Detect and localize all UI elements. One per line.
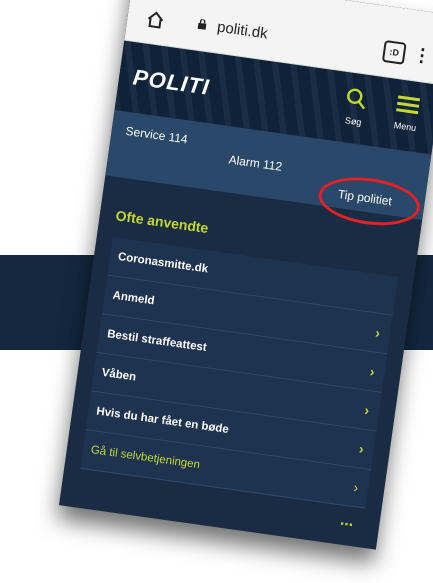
chevron-right-icon: › bbox=[374, 324, 382, 342]
politi-logo[interactable]: POLITI bbox=[131, 64, 212, 100]
search-button[interactable]: Søg bbox=[333, 85, 378, 129]
alarm-112-link[interactable]: Alarm 112 bbox=[228, 152, 283, 173]
tip-politiet-link[interactable]: Tip politiet bbox=[337, 187, 393, 208]
menu-label: Menu bbox=[393, 120, 417, 134]
main-content: Ofte anvendte Coronasmitte.dk Anmeld › B… bbox=[61, 175, 422, 534]
list-item-label: Hvis du har fået en bøde bbox=[95, 405, 230, 436]
service-114-link[interactable]: Service 114 bbox=[125, 124, 189, 147]
list-item-label: Anmeld bbox=[111, 289, 156, 308]
search-label: Søg bbox=[344, 115, 363, 128]
hamburger-icon bbox=[396, 95, 421, 115]
url-text: politi.dk bbox=[216, 18, 269, 43]
quick-links-list: Coronasmitte.dk Anmeld › Bestil straffea… bbox=[80, 236, 399, 509]
chevron-right-icon: › bbox=[352, 479, 360, 496]
tabs-icon[interactable]: :D bbox=[381, 39, 407, 65]
list-item-label: Coronasmitte.dk bbox=[117, 250, 209, 276]
list-item-label: Våben bbox=[100, 366, 137, 384]
phone-screen: politi.dk :D ⋮ POLITI Søg Menu Service 1… bbox=[58, 0, 433, 550]
list-item-label: Bestil straffeattest bbox=[106, 328, 208, 355]
lock-icon bbox=[197, 18, 207, 30]
home-icon[interactable] bbox=[144, 9, 167, 32]
menu-button[interactable]: Menu bbox=[385, 92, 430, 134]
chevron-right-icon: › bbox=[358, 440, 365, 457]
search-icon bbox=[347, 88, 366, 110]
list-item-label: Gå til selvbetjeningen bbox=[90, 444, 201, 472]
browser-menu-icon[interactable]: ⋮ bbox=[412, 44, 433, 67]
chevron-right-icon: › bbox=[363, 401, 371, 419]
chevron-right-icon: › bbox=[368, 363, 376, 380]
address-bar[interactable]: politi.dk bbox=[196, 16, 269, 43]
